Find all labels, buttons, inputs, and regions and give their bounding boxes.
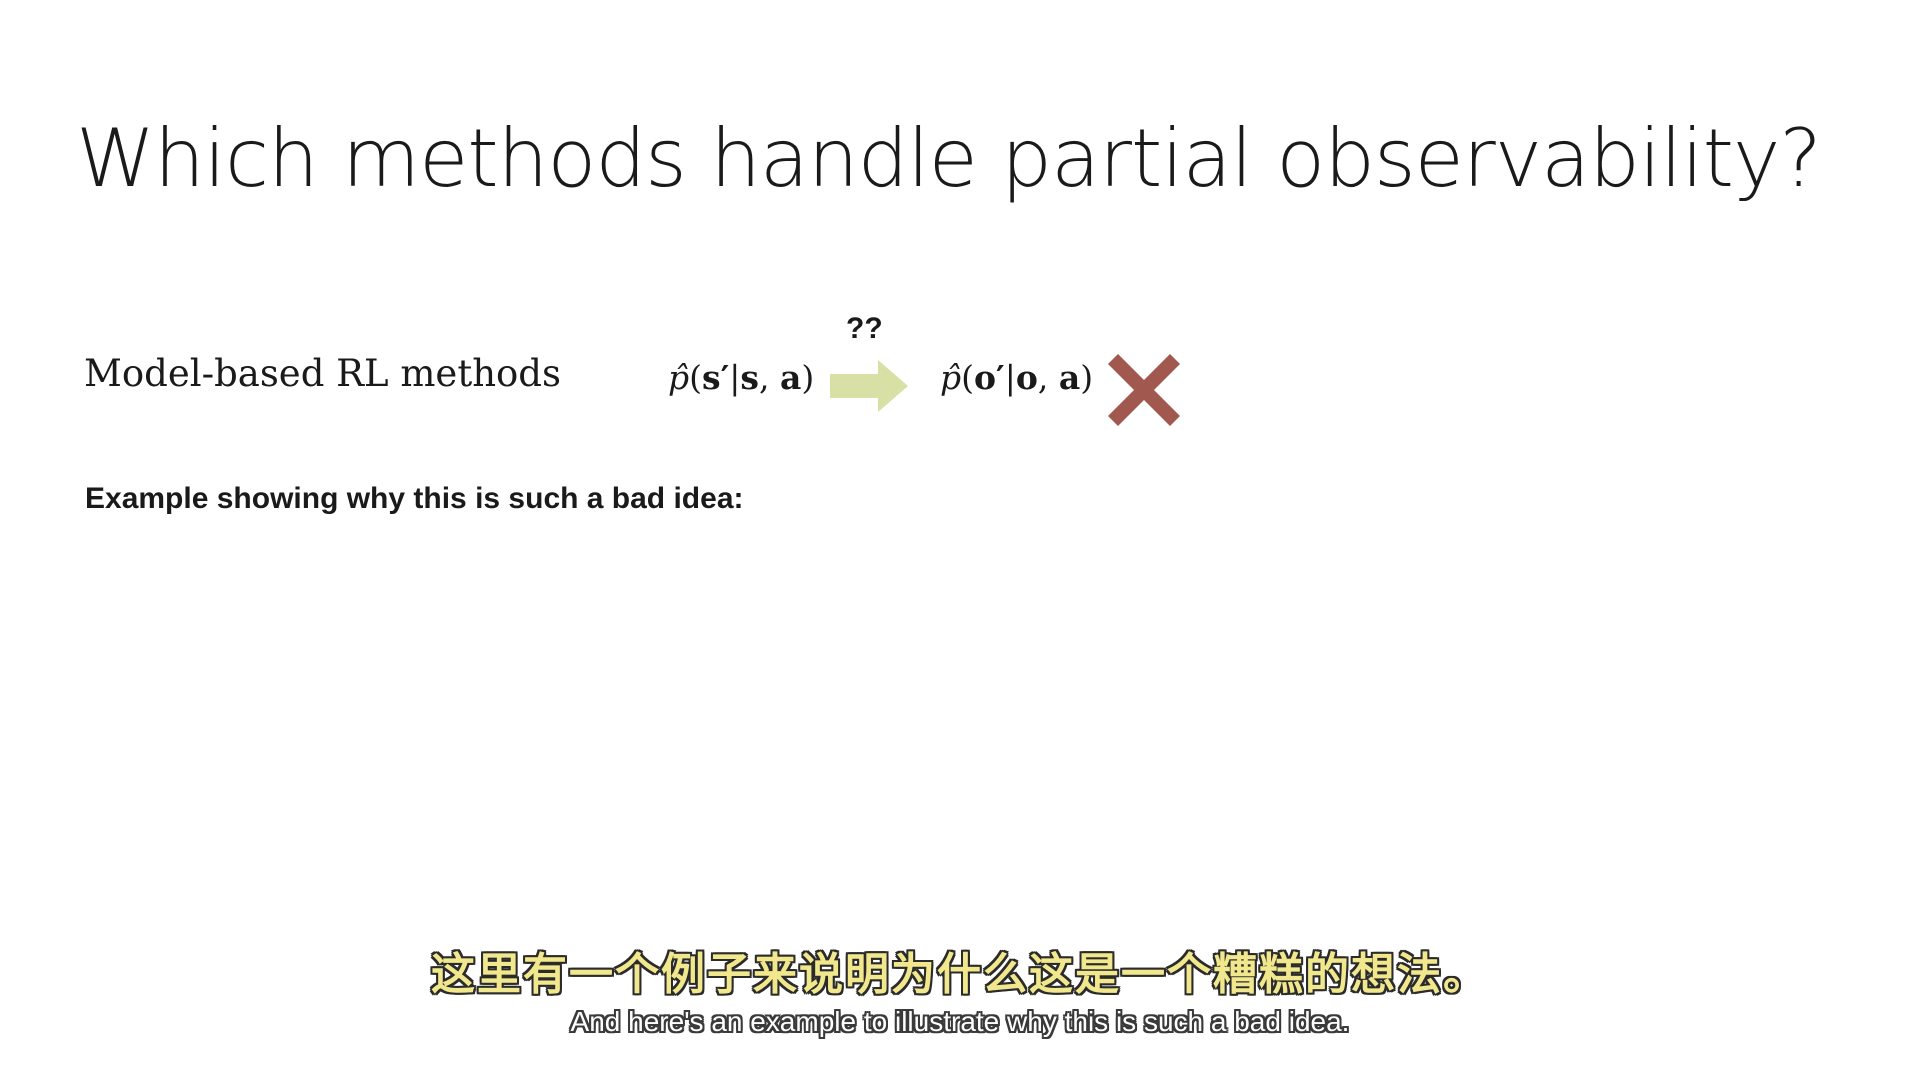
- arrow-question-label: ??: [846, 312, 883, 345]
- formula-action: a: [1058, 358, 1081, 397]
- formula-comma: ,: [1037, 358, 1059, 397]
- slide: Which methods handle partial observabili…: [0, 0, 1920, 1080]
- formula-open-paren: (: [689, 358, 702, 397]
- subtitle-english: And here's an example to illustrate why …: [570, 1006, 1350, 1037]
- example-heading: Example showing why this is such a bad i…: [85, 482, 744, 515]
- method-label: Model-based RL methods: [84, 352, 561, 395]
- formula-close-paren: ): [801, 358, 815, 397]
- formula-open-paren: (: [961, 358, 974, 397]
- formula-bar: |: [729, 358, 741, 397]
- slide-title: Which methods handle partial observabili…: [76, 112, 1822, 205]
- state-transition-formula: p̂(s′|s, a): [668, 358, 814, 397]
- formula-close-paren: ): [1080, 358, 1094, 397]
- observation-transition-formula: p̂(o′|o, a): [940, 358, 1093, 397]
- formula-comma: ,: [759, 358, 780, 397]
- formula-bar: |: [1004, 358, 1016, 397]
- cross-mark-icon: [1108, 354, 1180, 426]
- subtitle-chinese: 这里有一个例子来说明为什么这是一个糟糕的想法。: [431, 949, 1489, 1000]
- formula-observation: o: [1015, 358, 1038, 397]
- right-arrow-icon: [830, 360, 908, 412]
- formula-next-observation: o′: [974, 358, 1005, 397]
- formula-action: a: [779, 358, 802, 397]
- formula-state: s: [740, 358, 759, 397]
- formula-p-hat: p̂: [668, 358, 690, 397]
- formula-p-hat: p̂: [940, 358, 962, 397]
- formula-next-state: s′: [702, 358, 730, 397]
